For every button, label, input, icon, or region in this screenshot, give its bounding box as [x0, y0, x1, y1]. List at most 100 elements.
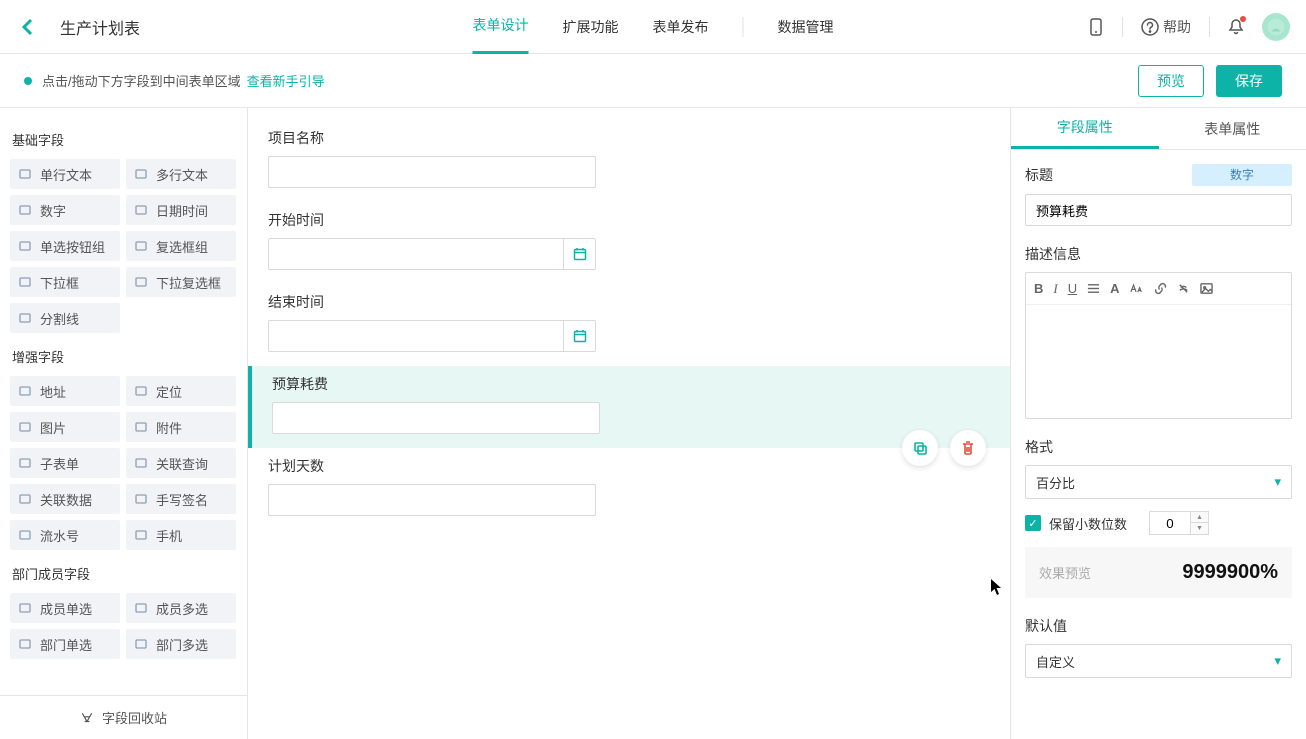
field-icon — [18, 203, 32, 217]
enhanced-chip-4[interactable]: 子表单 — [10, 448, 120, 478]
link-icon[interactable] — [1154, 282, 1167, 295]
decimal-up-button[interactable]: ▲ — [1191, 511, 1209, 523]
hint-indicator — [24, 77, 32, 85]
format-select[interactable]: 百分比 ▾ — [1025, 465, 1292, 499]
field-label: 预算耗费 — [272, 374, 990, 394]
avatar[interactable] — [1262, 13, 1290, 41]
chip-label: 单选按钮组 — [40, 237, 105, 256]
decimal-input[interactable] — [1149, 511, 1191, 535]
field-label: 结束时间 — [268, 292, 990, 312]
bold-icon[interactable]: B — [1034, 281, 1043, 296]
chip-label: 下拉复选框 — [156, 273, 221, 292]
italic-icon[interactable]: I — [1053, 281, 1057, 297]
basic-chip-0[interactable]: 单行文本 — [10, 159, 120, 189]
field-icon — [134, 492, 148, 506]
basic-chip-5[interactable]: 复选框组 — [126, 231, 236, 261]
field-icon — [18, 528, 32, 542]
field-label: 项目名称 — [268, 128, 990, 148]
form-field-4[interactable]: 计划天数 — [248, 448, 1010, 530]
prop-default-label: 默认值 — [1025, 616, 1292, 636]
enhanced-chip-3[interactable]: 附件 — [126, 412, 236, 442]
enhanced-chip-7[interactable]: 手写签名 — [126, 484, 236, 514]
form-field-2[interactable]: 结束时间 — [248, 284, 1010, 366]
font-color-icon[interactable]: A — [1110, 281, 1119, 296]
enhanced-chip-6[interactable]: 关联数据 — [10, 484, 120, 514]
enhanced-chip-5[interactable]: 关联查询 — [126, 448, 236, 478]
field-input[interactable] — [268, 484, 596, 516]
enhanced-chip-0[interactable]: 地址 — [10, 376, 120, 406]
recycle-label: 字段回收站 — [102, 708, 167, 727]
enhanced-chip-1[interactable]: 定位 — [126, 376, 236, 406]
enhanced-chip-8[interactable]: 流水号 — [10, 520, 120, 550]
field-icon — [134, 239, 148, 253]
basic-chip-8[interactable]: 分割线 — [10, 303, 120, 333]
newbie-guide-link[interactable]: 查看新手引导 — [247, 71, 325, 90]
tab-form-design[interactable]: 表单设计 — [473, 0, 529, 54]
default-value: 自定义 — [1036, 652, 1075, 671]
dept-chip-3[interactable]: 部门多选 — [126, 629, 236, 659]
clear-format-icon[interactable] — [1177, 282, 1190, 295]
field-icon — [134, 275, 148, 289]
tab-publish[interactable]: 表单发布 — [653, 0, 709, 54]
basic-chip-3[interactable]: 日期时间 — [126, 195, 236, 225]
chip-label: 附件 — [156, 418, 182, 437]
description-textarea[interactable] — [1026, 305, 1291, 415]
enhanced-chip-9[interactable]: 手机 — [126, 520, 236, 550]
decimal-down-button[interactable]: ▼ — [1191, 523, 1209, 535]
chip-label: 关联数据 — [40, 490, 92, 509]
rich-text-toolbar: B I U A — [1026, 273, 1291, 305]
back-button[interactable] — [16, 15, 40, 39]
chevron-down-icon: ▾ — [1274, 474, 1281, 490]
decimal-checkbox[interactable]: ✓ — [1025, 515, 1041, 531]
field-input[interactable] — [268, 156, 596, 188]
tab-form-props[interactable]: 表单属性 — [1159, 108, 1306, 149]
dept-chip-2[interactable]: 部门单选 — [10, 629, 120, 659]
chip-label: 流水号 — [40, 526, 79, 545]
form-title[interactable]: 生产计划表 — [60, 15, 140, 39]
field-title-input[interactable] — [1025, 194, 1292, 226]
font-size-icon[interactable] — [1130, 282, 1144, 295]
calendar-icon[interactable] — [564, 320, 596, 352]
delete-button[interactable] — [950, 430, 986, 466]
tab-extensions[interactable]: 扩展功能 — [563, 0, 619, 54]
recycle-bin-button[interactable]: 字段回收站 — [0, 695, 247, 739]
dept-chip-1[interactable]: 成员多选 — [126, 593, 236, 623]
field-icon — [18, 167, 32, 181]
field-icon — [18, 384, 32, 398]
field-input[interactable] — [268, 320, 564, 352]
duplicate-button[interactable] — [902, 430, 938, 466]
notifications-icon[interactable] — [1228, 18, 1244, 36]
field-type-badge: 数字 — [1192, 164, 1292, 186]
underline-icon[interactable]: U — [1068, 281, 1077, 296]
form-field-0[interactable]: 项目名称 — [248, 120, 1010, 202]
default-select[interactable]: 自定义 ▾ — [1025, 644, 1292, 678]
chip-label: 分割线 — [40, 309, 79, 328]
enhanced-chip-2[interactable]: 图片 — [10, 412, 120, 442]
field-input[interactable] — [268, 238, 564, 270]
group-basic-title: 基础字段 — [12, 130, 237, 149]
basic-chip-1[interactable]: 多行文本 — [126, 159, 236, 189]
dept-chip-0[interactable]: 成员单选 — [10, 593, 120, 623]
field-icon — [134, 203, 148, 217]
tab-field-props[interactable]: 字段属性 — [1011, 108, 1159, 149]
basic-chip-2[interactable]: 数字 — [10, 195, 120, 225]
save-button[interactable]: 保存 — [1216, 65, 1282, 97]
chip-label: 图片 — [40, 418, 66, 437]
tab-data-manage[interactable]: 数据管理 — [778, 0, 834, 54]
field-input[interactable] — [272, 402, 600, 434]
chip-label: 定位 — [156, 382, 182, 401]
basic-chip-4[interactable]: 单选按钮组 — [10, 231, 120, 261]
chip-label: 手机 — [156, 526, 182, 545]
basic-chip-6[interactable]: 下拉框 — [10, 267, 120, 297]
form-field-1[interactable]: 开始时间 — [248, 202, 1010, 284]
basic-chip-7[interactable]: 下拉复选框 — [126, 267, 236, 297]
form-field-3[interactable]: 预算耗费 — [248, 366, 1010, 448]
group-enhanced-title: 增强字段 — [12, 347, 237, 366]
align-icon[interactable] — [1087, 282, 1100, 295]
chip-label: 日期时间 — [156, 201, 208, 220]
image-icon[interactable] — [1200, 282, 1213, 295]
preview-button[interactable]: 预览 — [1138, 65, 1204, 97]
help-button[interactable]: 帮助 — [1141, 17, 1191, 37]
mobile-preview-icon[interactable] — [1088, 18, 1104, 36]
calendar-icon[interactable] — [564, 238, 596, 270]
